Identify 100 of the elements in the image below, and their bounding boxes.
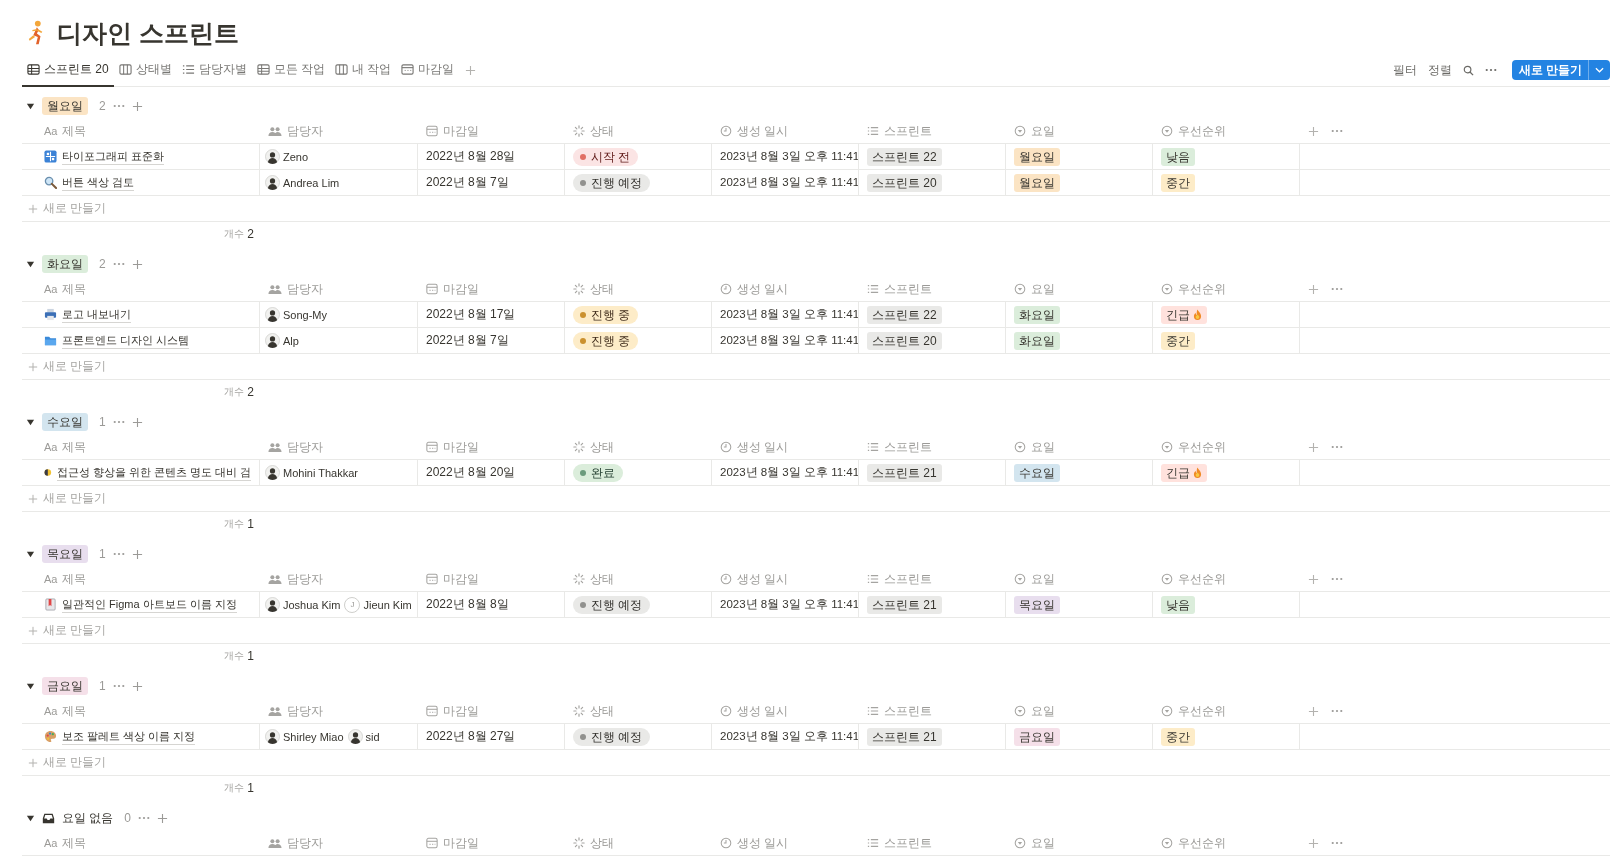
view-tab[interactable]: 스프린트 20 <box>22 54 114 87</box>
column-header[interactable]: 담당자 <box>287 438 323 456</box>
task-title[interactable]: 일관적인 Figma 아트보드 이름 지정 <box>62 596 237 613</box>
task-title[interactable]: 타이포그래피 표준화 <box>62 148 165 165</box>
view-tab[interactable]: 마감일 <box>396 54 460 87</box>
add-icon[interactable] <box>131 680 143 692</box>
filter-button[interactable]: 필터 <box>1392 61 1417 79</box>
column-header[interactable]: 상태 <box>590 570 614 588</box>
add-icon[interactable] <box>131 100 143 112</box>
count-value: 2 <box>247 227 254 241</box>
column-header[interactable]: 우선순위 <box>1178 122 1226 140</box>
add-column-icon[interactable] <box>1308 125 1319 137</box>
collapse-caret-icon[interactable] <box>26 259 35 269</box>
task-title[interactable]: 버튼 색상 검토 <box>62 174 135 191</box>
column-header[interactable]: 우선순위 <box>1178 570 1226 588</box>
column-header[interactable]: 제목 <box>62 702 87 720</box>
column-header[interactable]: 스프린트 <box>884 570 932 588</box>
more-icon[interactable] <box>1331 709 1343 713</box>
column-header[interactable]: 마감일 <box>443 438 479 456</box>
add-icon[interactable] <box>131 548 143 560</box>
column-header[interactable]: 우선순위 <box>1178 702 1226 720</box>
collapse-caret-icon[interactable] <box>26 681 35 691</box>
column-header[interactable]: 요일 <box>1031 438 1055 456</box>
search-icon[interactable] <box>1462 64 1474 76</box>
column-header[interactable]: 제목 <box>62 122 87 140</box>
more-icon[interactable] <box>112 552 125 556</box>
column-header[interactable]: 담당자 <box>287 280 323 298</box>
task-title[interactable]: 보조 팔레트 색상 이름 지정 <box>62 728 196 745</box>
add-column-icon[interactable] <box>1308 441 1319 453</box>
more-icon[interactable] <box>1331 287 1343 291</box>
add-icon[interactable] <box>131 258 143 270</box>
view-tab[interactable]: 모든 작업 <box>251 54 331 87</box>
add-view-icon[interactable] <box>465 64 477 76</box>
column-header[interactable]: 제목 <box>62 834 87 852</box>
more-icon[interactable] <box>1331 577 1343 581</box>
column-header[interactable]: 스프린트 <box>884 834 932 852</box>
column-header[interactable]: 스프린트 <box>884 438 932 456</box>
more-icon[interactable] <box>1331 445 1343 449</box>
sort-button[interactable]: 정렬 <box>1427 61 1452 79</box>
add-column-icon[interactable] <box>1308 837 1319 849</box>
column-header[interactable]: 상태 <box>590 122 614 140</box>
column-header[interactable]: 생성 일시 <box>737 702 789 720</box>
add-column-icon[interactable] <box>1308 573 1319 585</box>
more-icon[interactable] <box>112 262 125 266</box>
column-header[interactable]: 생성 일시 <box>737 122 789 140</box>
column-header[interactable]: 요일 <box>1031 834 1055 852</box>
column-header[interactable]: 마감일 <box>443 702 479 720</box>
more-icon[interactable] <box>1484 68 1497 72</box>
caret-icon[interactable] <box>1595 67 1604 73</box>
column-header[interactable]: 담당자 <box>287 570 323 588</box>
column-header[interactable]: 생성 일시 <box>737 834 789 852</box>
collapse-caret-icon[interactable] <box>26 813 35 823</box>
column-header[interactable]: 제목 <box>62 570 87 588</box>
view-tab[interactable]: 내 작업 <box>330 54 397 87</box>
column-header[interactable]: 요일 <box>1031 280 1055 298</box>
more-icon[interactable] <box>112 104 125 108</box>
column-header[interactable]: 상태 <box>590 702 614 720</box>
column-header[interactable]: 담당자 <box>287 702 323 720</box>
view-tab[interactable]: 상태별 <box>113 54 177 87</box>
column-header[interactable]: 스프린트 <box>884 280 932 298</box>
column-header[interactable]: 요일 <box>1031 702 1055 720</box>
palette-icon <box>44 730 57 743</box>
add-icon[interactable] <box>131 416 143 428</box>
column-header[interactable]: 마감일 <box>443 834 479 852</box>
task-title[interactable]: 프론트엔드 디자인 시스템 <box>62 332 190 349</box>
column-header[interactable]: 생성 일시 <box>737 570 789 588</box>
column-header[interactable]: 스프린트 <box>884 122 932 140</box>
column-header[interactable]: 마감일 <box>443 122 479 140</box>
column-header[interactable]: 상태 <box>590 834 614 852</box>
more-icon[interactable] <box>138 816 151 820</box>
column-header[interactable]: 생성 일시 <box>737 438 789 456</box>
collapse-caret-icon[interactable] <box>26 417 35 427</box>
column-header[interactable]: 생성 일시 <box>737 280 789 298</box>
column-header[interactable]: 마감일 <box>443 570 479 588</box>
column-header[interactable]: 마감일 <box>443 280 479 298</box>
more-icon[interactable] <box>112 420 125 424</box>
more-icon[interactable] <box>1331 129 1343 133</box>
add-column-icon[interactable] <box>1308 705 1319 717</box>
collapse-caret-icon[interactable] <box>26 549 35 559</box>
new-button[interactable]: 새로 만들기 <box>1511 60 1610 80</box>
collapse-caret-icon[interactable] <box>26 101 35 111</box>
column-header[interactable]: 우선순위 <box>1178 438 1226 456</box>
column-header[interactable]: 담당자 <box>287 122 323 140</box>
column-header[interactable]: 요일 <box>1031 122 1055 140</box>
column-header[interactable]: 우선순위 <box>1178 280 1226 298</box>
column-header[interactable]: 담당자 <box>287 834 323 852</box>
column-header[interactable]: 스프린트 <box>884 702 932 720</box>
add-icon[interactable] <box>157 812 169 824</box>
column-header[interactable]: 제목 <box>62 438 87 456</box>
task-title[interactable]: 로고 내보내기 <box>62 306 132 323</box>
more-icon[interactable] <box>1331 841 1343 845</box>
task-title[interactable]: 접근성 향상을 위한 콘텐츠 명도 대비 검 <box>56 464 251 481</box>
column-header[interactable]: 상태 <box>590 280 614 298</box>
column-header[interactable]: 제목 <box>62 280 87 298</box>
column-header[interactable]: 상태 <box>590 438 614 456</box>
column-header[interactable]: 우선순위 <box>1178 834 1226 852</box>
column-header[interactable]: 요일 <box>1031 570 1055 588</box>
more-icon[interactable] <box>112 684 125 688</box>
add-column-icon[interactable] <box>1308 283 1319 295</box>
view-tab[interactable]: 담당자별 <box>176 54 252 87</box>
